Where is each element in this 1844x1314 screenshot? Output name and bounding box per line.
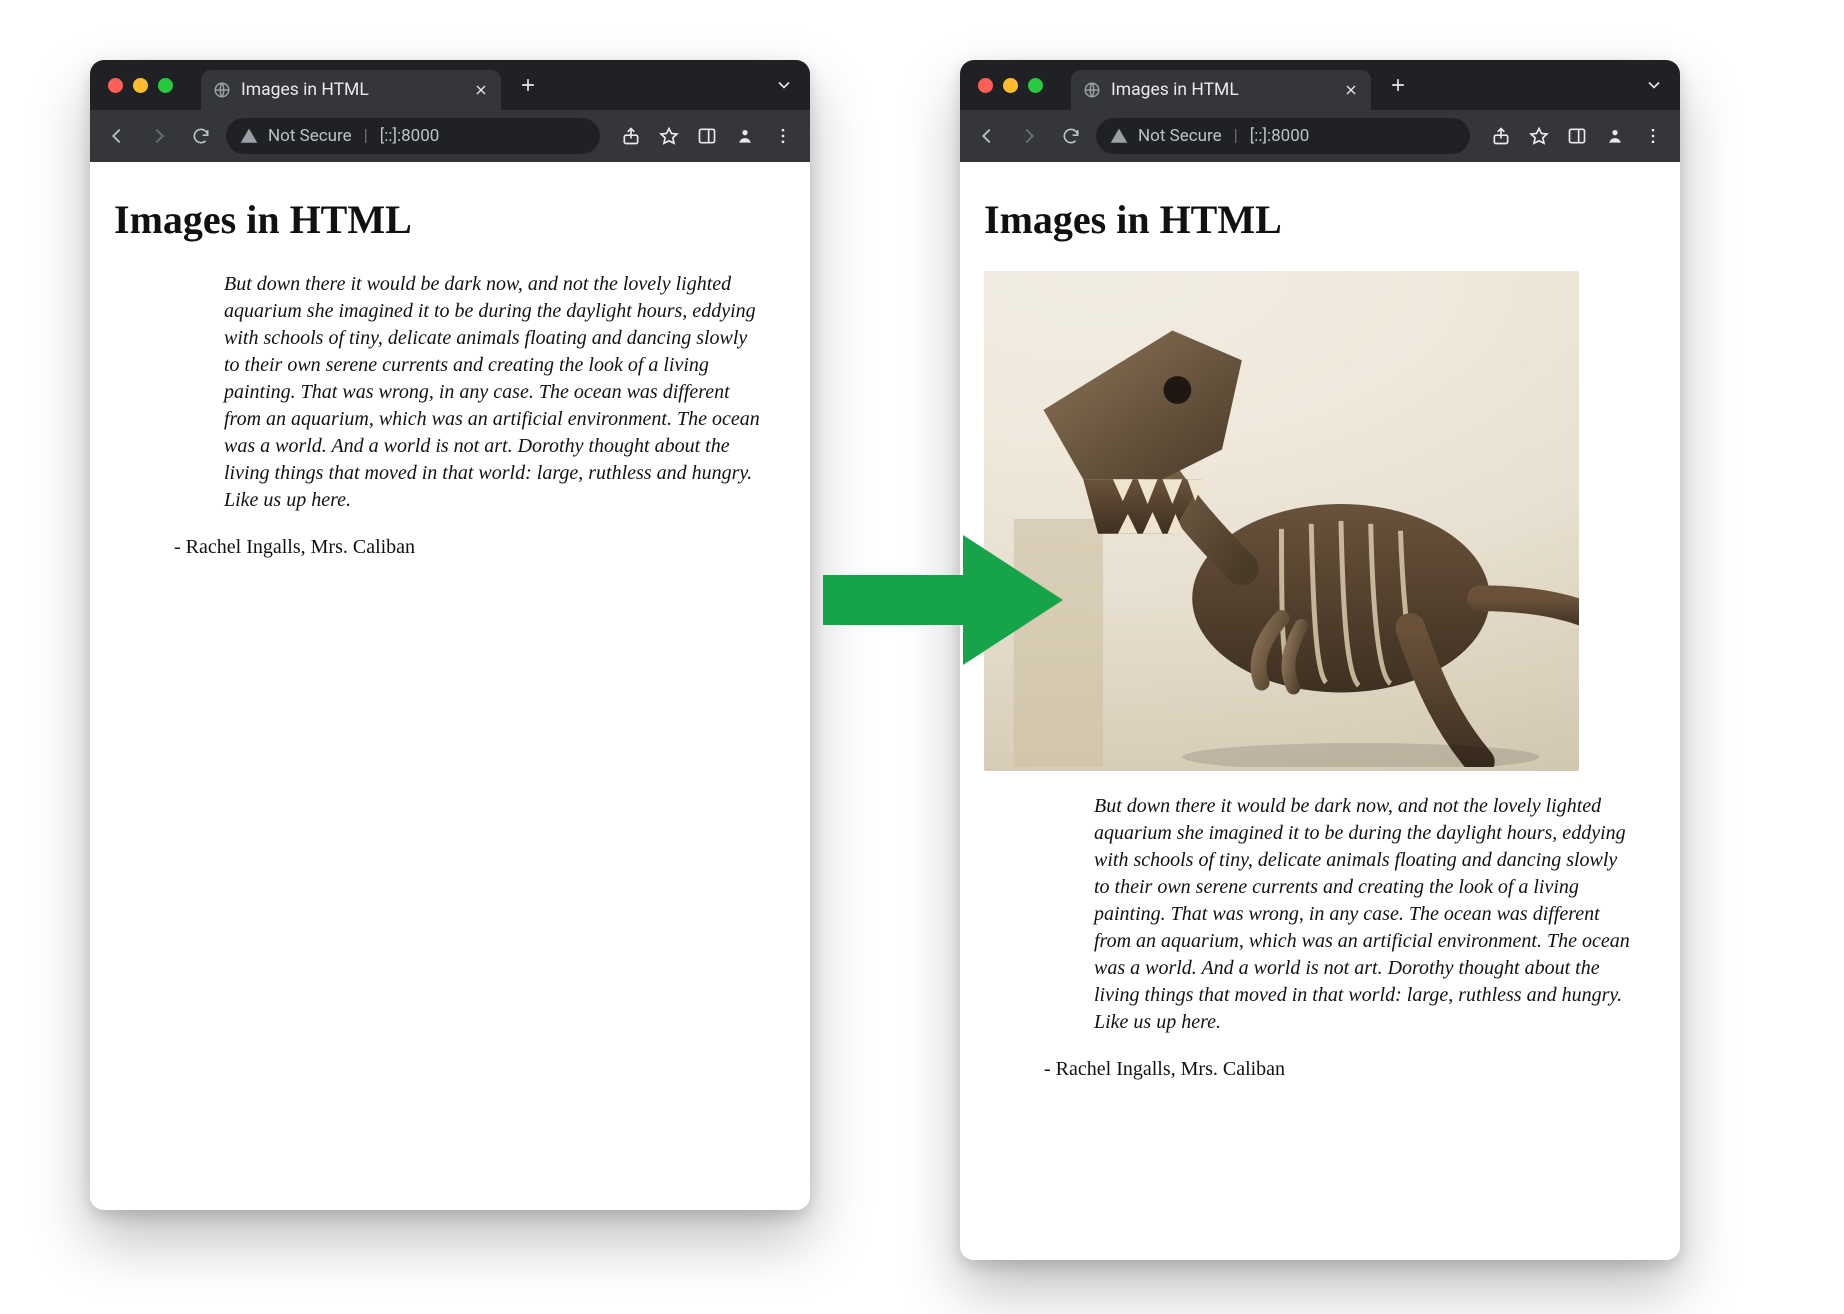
reload-button[interactable] (1054, 119, 1088, 153)
browser-window-before: Images in HTML Not Secu (90, 60, 810, 1210)
bookmark-button[interactable] (652, 119, 686, 153)
address-bar[interactable]: Not Secure | [::]:8000 (1096, 118, 1470, 154)
quote-text: But down there it would be dark now, and… (224, 271, 766, 514)
page-viewport[interactable]: Images in HTML (960, 162, 1680, 1260)
page-title: Images in HTML (114, 196, 786, 243)
warning-icon (1110, 127, 1128, 145)
warning-icon (240, 127, 258, 145)
back-button[interactable] (100, 119, 134, 153)
tab-strip: Images in HTML (90, 60, 810, 110)
quote-attribution: - Rachel Ingalls, Mrs. Caliban (1044, 1058, 1656, 1081)
browser-toolbar: Not Secure | [::]:8000 (960, 110, 1680, 162)
globe-icon (213, 81, 231, 99)
url-text: [::]:8000 (1250, 126, 1310, 146)
minimize-window-button[interactable] (133, 78, 148, 93)
side-panel-button[interactable] (690, 119, 724, 153)
share-button[interactable] (1484, 119, 1518, 153)
side-panel-button[interactable] (1560, 119, 1594, 153)
profile-button[interactable] (1598, 119, 1632, 153)
url-security-label: Not Secure (268, 126, 352, 146)
quote-text: But down there it would be dark now, and… (1094, 793, 1636, 1036)
window-controls (108, 78, 173, 93)
kebab-menu-button[interactable] (766, 119, 800, 153)
forward-button[interactable] (1012, 119, 1046, 153)
close-window-button[interactable] (108, 78, 123, 93)
minimize-window-button[interactable] (1003, 78, 1018, 93)
url-text: [::]:8000 (380, 126, 440, 146)
profile-button[interactable] (728, 119, 762, 153)
hero-image (984, 271, 1579, 771)
address-bar[interactable]: Not Secure | [::]:8000 (226, 118, 600, 154)
kebab-menu-button[interactable] (1636, 119, 1670, 153)
zoom-window-button[interactable] (1028, 78, 1043, 93)
share-button[interactable] (614, 119, 648, 153)
tab-title: Images in HTML (1111, 80, 1333, 100)
browser-tab[interactable]: Images in HTML (201, 70, 501, 110)
tabs-menu-button[interactable] (770, 71, 798, 99)
close-window-button[interactable] (978, 78, 993, 93)
url-separator: | (1234, 126, 1238, 146)
close-tab-icon[interactable] (1343, 82, 1359, 98)
zoom-window-button[interactable] (158, 78, 173, 93)
arrow-icon (823, 530, 1063, 670)
page-viewport[interactable]: Images in HTML But down there it would b… (90, 162, 810, 1210)
new-tab-button[interactable] (1381, 68, 1415, 102)
page-title: Images in HTML (984, 196, 1656, 243)
browser-window-after: Images in HTML Not Secu (960, 60, 1680, 1260)
browser-toolbar: Not Secure | [::]:8000 (90, 110, 810, 162)
url-security-label: Not Secure (1138, 126, 1222, 146)
tab-strip: Images in HTML (960, 60, 1680, 110)
window-controls (978, 78, 1043, 93)
new-tab-button[interactable] (511, 68, 545, 102)
quote-attribution: - Rachel Ingalls, Mrs. Caliban (174, 536, 786, 559)
url-separator: | (364, 126, 368, 146)
back-button[interactable] (970, 119, 1004, 153)
browser-tab[interactable]: Images in HTML (1071, 70, 1371, 110)
bookmark-button[interactable] (1522, 119, 1556, 153)
globe-icon (1083, 81, 1101, 99)
forward-button[interactable] (142, 119, 176, 153)
close-tab-icon[interactable] (473, 82, 489, 98)
tab-title: Images in HTML (241, 80, 463, 100)
reload-button[interactable] (184, 119, 218, 153)
tabs-menu-button[interactable] (1640, 71, 1668, 99)
